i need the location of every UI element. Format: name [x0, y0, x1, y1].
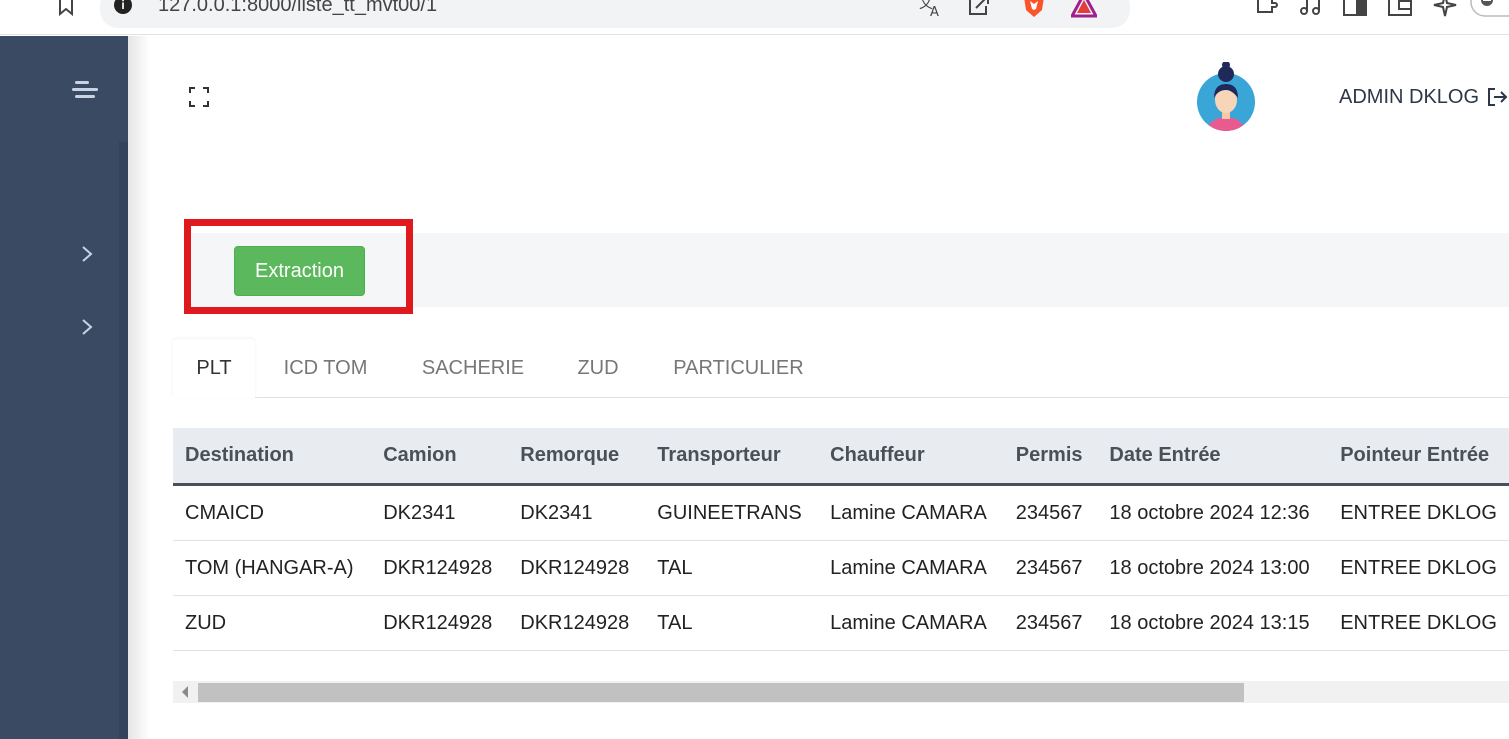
column-header[interactable]: Destination — [173, 428, 372, 486]
brave-shield-icon[interactable] — [1021, 0, 1047, 18]
table-cell: ZUD — [173, 595, 372, 651]
table-cell: 234567 — [1003, 595, 1098, 651]
table-cell: 234567 — [1003, 540, 1098, 596]
table-cell: DKR124928 — [508, 595, 646, 651]
table-cell: DKR124928 — [371, 595, 509, 651]
table-row[interactable]: ZUD DKR124928 DKR124928 TAL Lamine CAMAR… — [173, 595, 1509, 651]
media-icon[interactable] — [1297, 0, 1323, 18]
data-table: Destination Camion Remorque Transporteur… — [173, 428, 1509, 651]
table-row[interactable]: TOM (HANGAR-A) DKR124928 DKR124928 TAL L… — [173, 540, 1509, 596]
column-header[interactable]: Permis — [1003, 428, 1098, 486]
table-cell: DKR124928 — [371, 540, 509, 596]
bookmark-icon[interactable] — [56, 0, 76, 16]
extensions-icon[interactable] — [1252, 0, 1278, 18]
logout-icon[interactable] — [1487, 86, 1509, 108]
brave-rewards-icon[interactable] — [1071, 0, 1097, 18]
column-header[interactable]: Chauffeur — [818, 428, 1004, 486]
hamburger-icon[interactable] — [72, 79, 100, 101]
tab-particulier[interactable]: PARTICULIER — [658, 339, 819, 398]
sidebar — [0, 36, 128, 739]
wallet-icon[interactable] — [1387, 0, 1413, 18]
table-cell: ENTREE DKLOG — [1328, 595, 1509, 651]
chevron-right-icon[interactable] — [80, 245, 94, 263]
table-cell: DK2341 — [371, 484, 509, 541]
user-name[interactable]: ADMIN DKLOG — [1339, 86, 1479, 109]
table-cell: Lamine CAMARA — [818, 484, 1004, 541]
tab-zud[interactable]: ZUD — [564, 339, 632, 398]
table-cell: 18 octobre 2024 13:00 — [1097, 540, 1329, 596]
table-cell: ENTREE DKLOG — [1328, 484, 1509, 541]
leo-ai-icon[interactable] — [1432, 0, 1458, 18]
table-cell: TOM (HANGAR-A) — [173, 540, 372, 596]
table-cell: GUINEETRANS — [645, 484, 819, 541]
profile-icon[interactable] — [1470, 0, 1509, 18]
table-header-row: Destination Camion Remorque Transporteur… — [173, 428, 1509, 486]
table-cell: 234567 — [1003, 484, 1098, 541]
chevron-right-icon[interactable] — [80, 318, 94, 336]
table-cell: Lamine CAMARA — [818, 540, 1004, 596]
fullscreen-icon[interactable] — [189, 87, 209, 107]
table-cell: CMAICD — [173, 484, 372, 541]
scrollbar-thumb[interactable] — [198, 683, 1244, 702]
tab-sacherie[interactable]: SACHERIE — [408, 339, 538, 398]
scroll-left-icon[interactable] — [180, 686, 190, 698]
table-cell: 18 octobre 2024 12:36 — [1097, 484, 1329, 541]
column-header[interactable]: Transporteur — [645, 428, 819, 486]
column-header[interactable]: Pointeur Entrée — [1328, 428, 1509, 486]
table-cell: TAL — [645, 595, 819, 651]
sidebar-shadow — [128, 36, 150, 739]
share-icon[interactable] — [966, 0, 992, 18]
sidebar-scrollbar[interactable] — [119, 142, 128, 739]
tab-icd-tom[interactable]: ICD TOM — [268, 339, 383, 398]
column-header[interactable]: Camion — [371, 428, 509, 486]
extraction-button[interactable]: Extraction — [234, 246, 365, 296]
table-cell: ENTREE DKLOG — [1328, 540, 1509, 596]
avatar[interactable] — [1196, 62, 1256, 134]
table-cell: Lamine CAMARA — [818, 595, 1004, 651]
url-text[interactable]: 127.0.0.1:8000/liste_tt_mvt00/1 — [158, 0, 437, 17]
column-header[interactable]: Remorque — [508, 428, 646, 486]
svg-text:A: A — [930, 5, 939, 18]
table-row[interactable]: CMAICD DK2341 DK2341 GUINEETRANS Lamine … — [173, 484, 1509, 541]
sidebar-panel-icon[interactable] — [1342, 0, 1368, 18]
tab-plt[interactable]: PLT — [173, 339, 255, 398]
table-cell: 18 octobre 2024 13:15 — [1097, 595, 1329, 651]
table-cell: DK2341 — [508, 484, 646, 541]
table-cell: DKR124928 — [508, 540, 646, 596]
movements-table: Destination Camion Remorque Transporteur… — [173, 428, 1509, 653]
translate-icon[interactable]: 文 A — [917, 0, 943, 18]
table-cell: TAL — [645, 540, 819, 596]
column-header[interactable]: Date Entrée — [1097, 428, 1329, 486]
